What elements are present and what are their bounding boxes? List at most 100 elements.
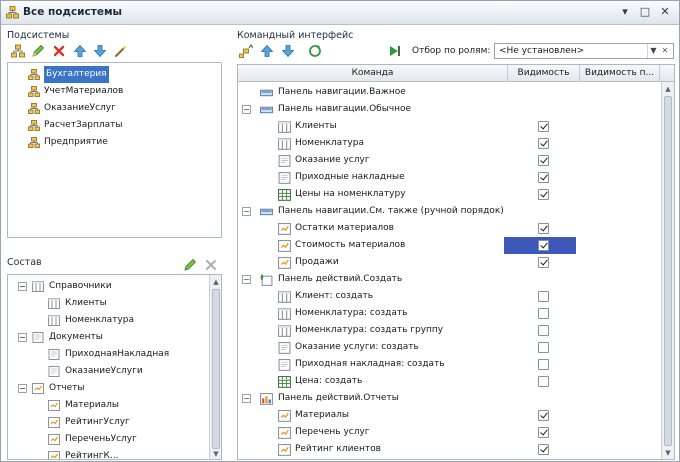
column-command[interactable]: Команда: [238, 65, 508, 82]
command-label: Цена: создать: [295, 376, 363, 386]
visibility-checkbox[interactable]: [538, 325, 549, 336]
grid-scroll-up-arrow-icon[interactable]: ▲: [663, 84, 673, 94]
catalog-icon: [278, 325, 291, 337]
visibility-checkbox[interactable]: [538, 291, 549, 302]
collapse-icon[interactable]: −: [242, 207, 251, 216]
catalog-icon: [48, 298, 60, 309]
delete-composition-icon[interactable]: [204, 258, 218, 272]
wand-icon[interactable]: [114, 44, 128, 58]
command-row[interactable]: − Панель действий.Отчеты: [238, 390, 658, 407]
collapse-icon[interactable]: −: [242, 105, 251, 114]
scroll-down-arrow-icon[interactable]: ▼: [211, 449, 221, 459]
command-row[interactable]: − Панель действий.Создать: [238, 271, 658, 288]
visibility-checkbox[interactable]: [538, 444, 549, 455]
command-label: Рейтинг клиентов: [295, 444, 381, 454]
visibility-checkbox[interactable]: [538, 376, 549, 387]
catalog-icon: [278, 138, 291, 150]
refresh-icon[interactable]: [308, 44, 322, 58]
maximize-icon[interactable]: □: [637, 5, 653, 20]
command-row[interactable]: Номенклатура: создать: [238, 305, 658, 322]
command-row[interactable]: Номенклатура: создать группу: [238, 322, 658, 339]
command-row[interactable]: Материалы: [238, 407, 658, 424]
command-grid[interactable]: Команда Видимость Видимость п... Панель …: [237, 64, 675, 460]
command-row[interactable]: − Панель навигации.См. также (ручной поря…: [238, 203, 658, 220]
grid-scroll-down-arrow-icon[interactable]: ▼: [663, 448, 673, 458]
report-icon: [278, 240, 291, 252]
command-row[interactable]: Перечень услуг: [238, 424, 658, 441]
visibility-checkbox[interactable]: [538, 257, 549, 268]
subsystem-icon: [28, 120, 40, 131]
collapse-icon[interactable]: −: [242, 275, 251, 284]
grid-scroll-thumb[interactable]: [664, 96, 672, 446]
dropdown-arrow-icon[interactable]: ▼: [647, 44, 659, 58]
collapse-icon[interactable]: −: [18, 384, 27, 393]
scroll-thumb[interactable]: [212, 289, 220, 449]
catalog-icon: [278, 291, 291, 303]
visibility-checkbox[interactable]: [538, 155, 549, 166]
collapse-icon[interactable]: −: [242, 394, 251, 403]
collapse-icon[interactable]: −: [18, 333, 27, 342]
menu-arrow-icon[interactable]: ▾: [617, 5, 633, 20]
collapse-icon[interactable]: −: [18, 282, 27, 291]
role-filter-select[interactable]: <Не установлен> ▼ ✕: [494, 43, 674, 59]
visibility-checkbox[interactable]: [538, 138, 549, 149]
command-row[interactable]: Цены на номенклатуру: [238, 186, 658, 203]
command-row[interactable]: Номенклатура: [238, 135, 658, 152]
command-row[interactable]: Приходная накладная: создать: [238, 356, 658, 373]
close-icon[interactable]: ✕: [657, 5, 673, 20]
scroll-up-arrow-icon[interactable]: ▲: [211, 277, 221, 287]
report-icon: [48, 417, 60, 428]
command-row[interactable]: Рейтинг клиентов: [238, 441, 658, 458]
grid-header: Команда Видимость Видимость п...: [238, 65, 674, 82]
delete-icon[interactable]: [52, 44, 66, 58]
edit-composition-icon[interactable]: [183, 258, 197, 272]
command-row[interactable]: Оказание услуги: создать: [238, 339, 658, 356]
visibility-checkbox[interactable]: [538, 172, 549, 183]
catalog-icon: [278, 121, 291, 133]
visibility-checkbox[interactable]: [538, 308, 549, 319]
command-row[interactable]: Продажи: [238, 254, 658, 271]
clear-icon[interactable]: ✕: [659, 44, 671, 58]
command-group-label: Панель действий.Создать: [278, 274, 403, 284]
composition-scrollbar[interactable]: ▲ ▼: [209, 275, 221, 459]
column-visibility[interactable]: Видимость: [508, 65, 580, 82]
command-grid-scrollbar[interactable]: ▲ ▼: [661, 82, 674, 459]
document-icon: [32, 332, 44, 343]
command-row[interactable]: Клиенты: [238, 118, 658, 135]
command-row[interactable]: Клиент: создать: [238, 288, 658, 305]
column-visibility-default[interactable]: Видимость п...: [580, 65, 660, 82]
title-bar[interactable]: Все подсистемы ▾ □ ✕: [1, 1, 679, 25]
command-row[interactable]: Остатки материалов: [238, 220, 658, 237]
command-row[interactable]: Цена: создать: [238, 373, 658, 390]
move-up-command-icon[interactable]: [260, 44, 274, 58]
subsystems-tree[interactable]: Бухгалтерия УчетМатериалов ОказаниеУслуг Ра…: [7, 62, 222, 238]
visibility-checkbox[interactable]: [538, 223, 549, 234]
visibility-checkbox[interactable]: [538, 342, 549, 353]
edit-icon[interactable]: [31, 44, 45, 58]
command-row[interactable]: Приходные накладные: [238, 169, 658, 186]
visibility-checkbox[interactable]: [538, 121, 549, 132]
visibility-checkbox[interactable]: [538, 427, 549, 438]
command-label: Номенклатура: создать группу: [295, 325, 444, 335]
run-icon[interactable]: [387, 44, 401, 58]
subsystem-label: Предприятие: [44, 137, 108, 147]
command-row[interactable]: Стоимость материалов: [238, 237, 658, 254]
visibility-checkbox[interactable]: [538, 189, 549, 200]
hierarchy-icon[interactable]: [11, 44, 25, 58]
visibility-checkbox[interactable]: [538, 359, 549, 370]
visibility-checkbox[interactable]: [538, 240, 549, 251]
move-down-icon[interactable]: [93, 44, 107, 58]
composition-tree[interactable]: − Справочники Клиенты Номенклатура − Документ…: [7, 274, 222, 460]
composition-label: Документы: [49, 332, 103, 342]
document-icon: [278, 359, 291, 371]
reports-panel-icon: [260, 393, 273, 405]
visibility-checkbox[interactable]: [538, 410, 549, 421]
move-up-icon[interactable]: [73, 44, 87, 58]
catalog-icon: [32, 281, 44, 292]
command-row[interactable]: − Панель навигации.Обычное: [238, 101, 658, 118]
command-row[interactable]: Оказание услуг: [238, 152, 658, 169]
move-down-command-icon[interactable]: [281, 44, 295, 58]
command-row[interactable]: Панель навигации.Важное: [238, 84, 658, 101]
subsystem-label: ОказаниеУслуг: [44, 103, 116, 113]
hierarchy-up-icon[interactable]: [239, 44, 253, 58]
